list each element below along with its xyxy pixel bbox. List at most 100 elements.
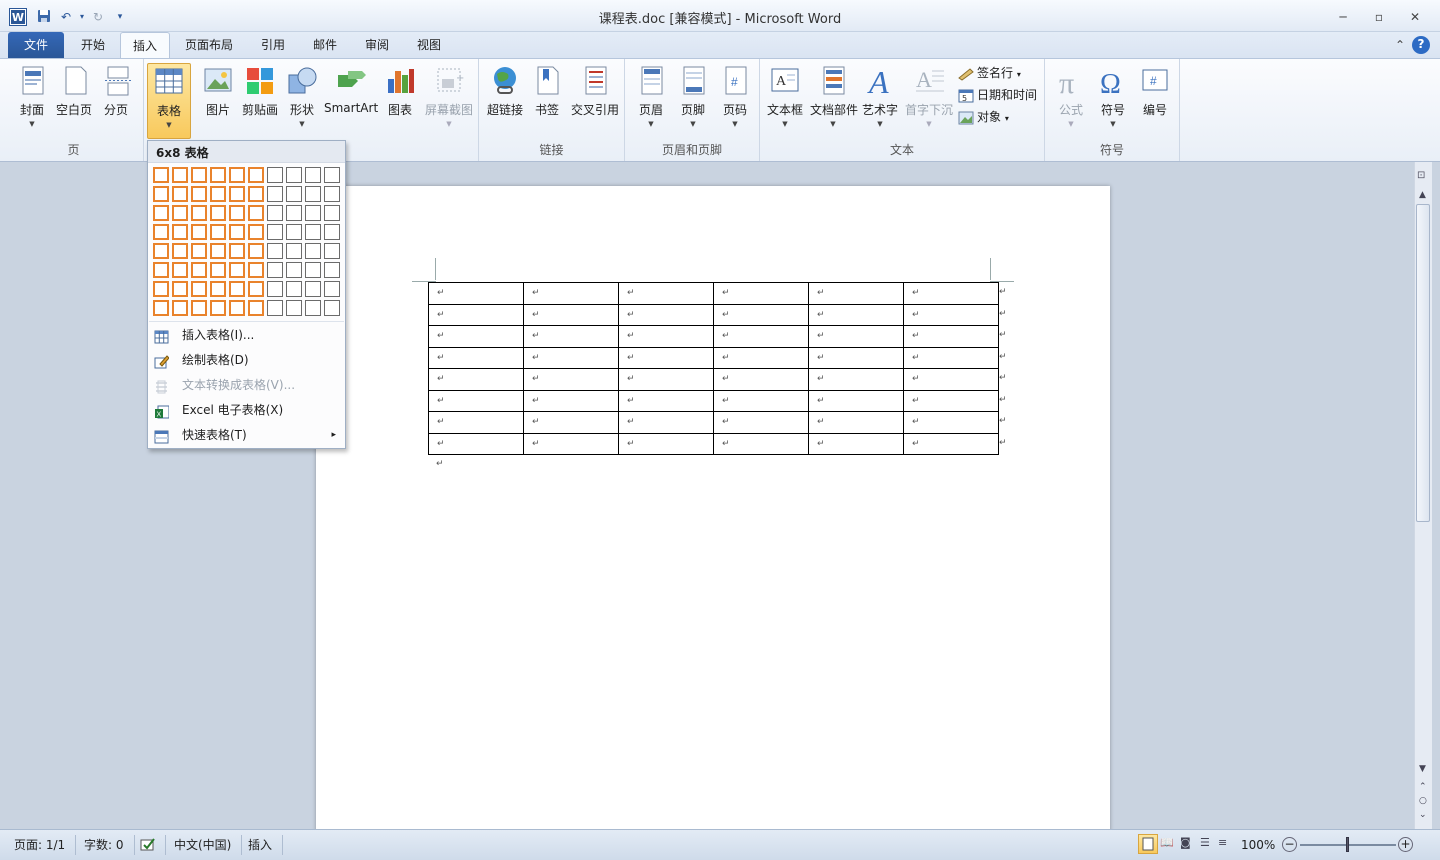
table-grid-cell[interactable] [305, 224, 321, 240]
table-cell[interactable]: ↵ [903, 325, 999, 348]
table-cell[interactable]: ↵ [713, 282, 809, 305]
tab-file[interactable]: 文件 [8, 32, 64, 58]
table-grid-cell[interactable] [305, 167, 321, 183]
table-cell[interactable]: ↵ [428, 325, 524, 348]
table-cell[interactable]: ↵ [713, 411, 809, 434]
table-cell[interactable]: ↵ [808, 432, 904, 455]
table-grid-cell[interactable] [153, 186, 169, 202]
table-grid-cell[interactable] [210, 224, 226, 240]
symbol-button[interactable]: Ω 符号 ▼ [1091, 65, 1135, 130]
table-cell[interactable]: ↵ [808, 325, 904, 348]
table-cell[interactable]: ↵ [523, 303, 619, 326]
table-grid-cell[interactable] [267, 300, 283, 316]
tab-references[interactable]: 引用 [248, 32, 298, 58]
table-cell[interactable]: ↵ [618, 411, 714, 434]
table-grid-cell[interactable] [172, 205, 188, 221]
table-grid-cell[interactable] [229, 224, 245, 240]
footer-button[interactable]: 页脚 ▼ [671, 65, 715, 130]
table-cell[interactable]: ↵ [808, 411, 904, 434]
blank-page-button[interactable]: 空白页 [52, 65, 96, 118]
table-cell[interactable]: ↵ [428, 303, 524, 326]
table-grid-cell[interactable] [210, 186, 226, 202]
tab-mailings[interactable]: 邮件 [300, 32, 350, 58]
zoom-slider-handle[interactable] [1346, 837, 1349, 852]
table-grid-cell[interactable] [229, 300, 245, 316]
table-grid-cell[interactable] [267, 243, 283, 259]
table-grid-cell[interactable] [153, 300, 169, 316]
table-cell[interactable]: ↵ [523, 432, 619, 455]
table-grid-cell[interactable] [229, 281, 245, 297]
table-grid-cell[interactable] [248, 281, 264, 297]
table-cell[interactable]: ↵ [428, 432, 524, 455]
word-count[interactable]: 字数: 0 [84, 835, 135, 855]
scroll-thumb[interactable] [1416, 204, 1430, 522]
signature-line-button[interactable]: 签名行 ▾ [958, 63, 1021, 83]
hyperlink-button[interactable]: 超链接 [483, 65, 527, 118]
table-grid-cell[interactable] [191, 262, 207, 278]
bookmark-button[interactable]: 书签 [525, 65, 569, 118]
document-table[interactable]: ↵ ↵ ↵ ↵ ↵ ↵ ↵ ↵ ↵ ↵ ↵ ↵ ↵ ↵ ↵ ↵ ↵ ↵ ↵ ↵ ↵ ↵ ↵ ↵ ↵ ↵ ↵ ↵ ↵ ↵ ↵ ↵ ↵ ↵ ↵ ↵ ↵ ↵ ↵ ↵… [428, 282, 999, 455]
table-cell[interactable]: ↵ [523, 389, 619, 412]
table-grid-cell[interactable] [248, 262, 264, 278]
minimize-ribbon-icon[interactable]: ⌃ [1392, 37, 1408, 53]
clipart-button[interactable]: 剪贴画 [238, 65, 282, 118]
table-cell[interactable]: ↵ [428, 282, 524, 305]
table-grid-cell[interactable] [172, 300, 188, 316]
table-grid-cell[interactable] [191, 205, 207, 221]
minimize-button[interactable]: ─ [1330, 8, 1356, 26]
table-grid-cell[interactable] [267, 281, 283, 297]
table-button[interactable]: 表格 ▼ [147, 63, 191, 139]
table-cell[interactable]: ↵ [903, 389, 999, 412]
table-grid-cell[interactable] [286, 205, 302, 221]
table-cell[interactable]: ↵ [618, 368, 714, 391]
table-grid-cell[interactable] [305, 186, 321, 202]
table-grid-cell[interactable] [153, 262, 169, 278]
table-grid-cell[interactable] [324, 243, 340, 259]
table-cell[interactable]: ↵ [713, 389, 809, 412]
table-menu-item[interactable]: 快速表格(T) ▸ [149, 423, 344, 447]
table-grid-cell[interactable] [286, 300, 302, 316]
table-grid-cell[interactable] [191, 281, 207, 297]
table-grid-cell[interactable] [172, 281, 188, 297]
help-icon[interactable]: ? [1412, 36, 1430, 54]
picture-button[interactable]: 图片 [196, 65, 240, 118]
table-grid-cell[interactable] [210, 167, 226, 183]
table-grid-cell[interactable] [324, 300, 340, 316]
ruler-toggle-icon[interactable]: ⊡ [1417, 170, 1425, 181]
table-cell[interactable]: ↵ [618, 389, 714, 412]
table-grid-cell[interactable] [324, 205, 340, 221]
table-grid-cell[interactable] [286, 167, 302, 183]
scroll-up-icon[interactable]: ▲ [1419, 190, 1426, 200]
insert-mode[interactable]: 插入 [248, 835, 284, 855]
table-cell[interactable]: ↵ [808, 368, 904, 391]
table-cell[interactable]: ↵ [903, 368, 999, 391]
table-grid-cell[interactable] [286, 243, 302, 259]
table-grid-cell[interactable] [191, 186, 207, 202]
table-cell[interactable]: ↵ [903, 282, 999, 305]
table-grid-cell[interactable] [305, 205, 321, 221]
table-cell[interactable]: ↵ [713, 303, 809, 326]
draft-icon[interactable]: ≡ [1218, 836, 1227, 849]
textbox-button[interactable]: A 文本框 ▼ [764, 65, 806, 130]
zoom-in-icon[interactable]: + [1398, 837, 1413, 852]
table-cell[interactable]: ↵ [903, 303, 999, 326]
tab-home[interactable]: 开始 [68, 32, 118, 58]
table-cell[interactable]: ↵ [903, 432, 999, 455]
tab-review[interactable]: 审阅 [352, 32, 402, 58]
table-cell[interactable]: ↵ [713, 346, 809, 369]
table-grid-cell[interactable] [267, 224, 283, 240]
table-grid-cell[interactable] [286, 224, 302, 240]
numbering-button[interactable]: # 编号 [1133, 65, 1177, 118]
table-grid-cell[interactable] [286, 281, 302, 297]
table-cell[interactable]: ↵ [428, 389, 524, 412]
table-cell[interactable]: ↵ [808, 303, 904, 326]
close-button[interactable]: ✕ [1402, 8, 1428, 26]
table-grid-cell[interactable] [191, 300, 207, 316]
table-grid-cell[interactable] [153, 281, 169, 297]
table-grid-cell[interactable] [153, 224, 169, 240]
object-button[interactable]: 对象 ▾ [958, 107, 1009, 127]
cross-reference-button[interactable]: 交叉引用 [569, 65, 621, 118]
table-menu-item[interactable]: 插入表格(I)... [149, 323, 344, 347]
table-grid-cell[interactable] [324, 262, 340, 278]
print-layout-icon[interactable] [1138, 834, 1158, 854]
